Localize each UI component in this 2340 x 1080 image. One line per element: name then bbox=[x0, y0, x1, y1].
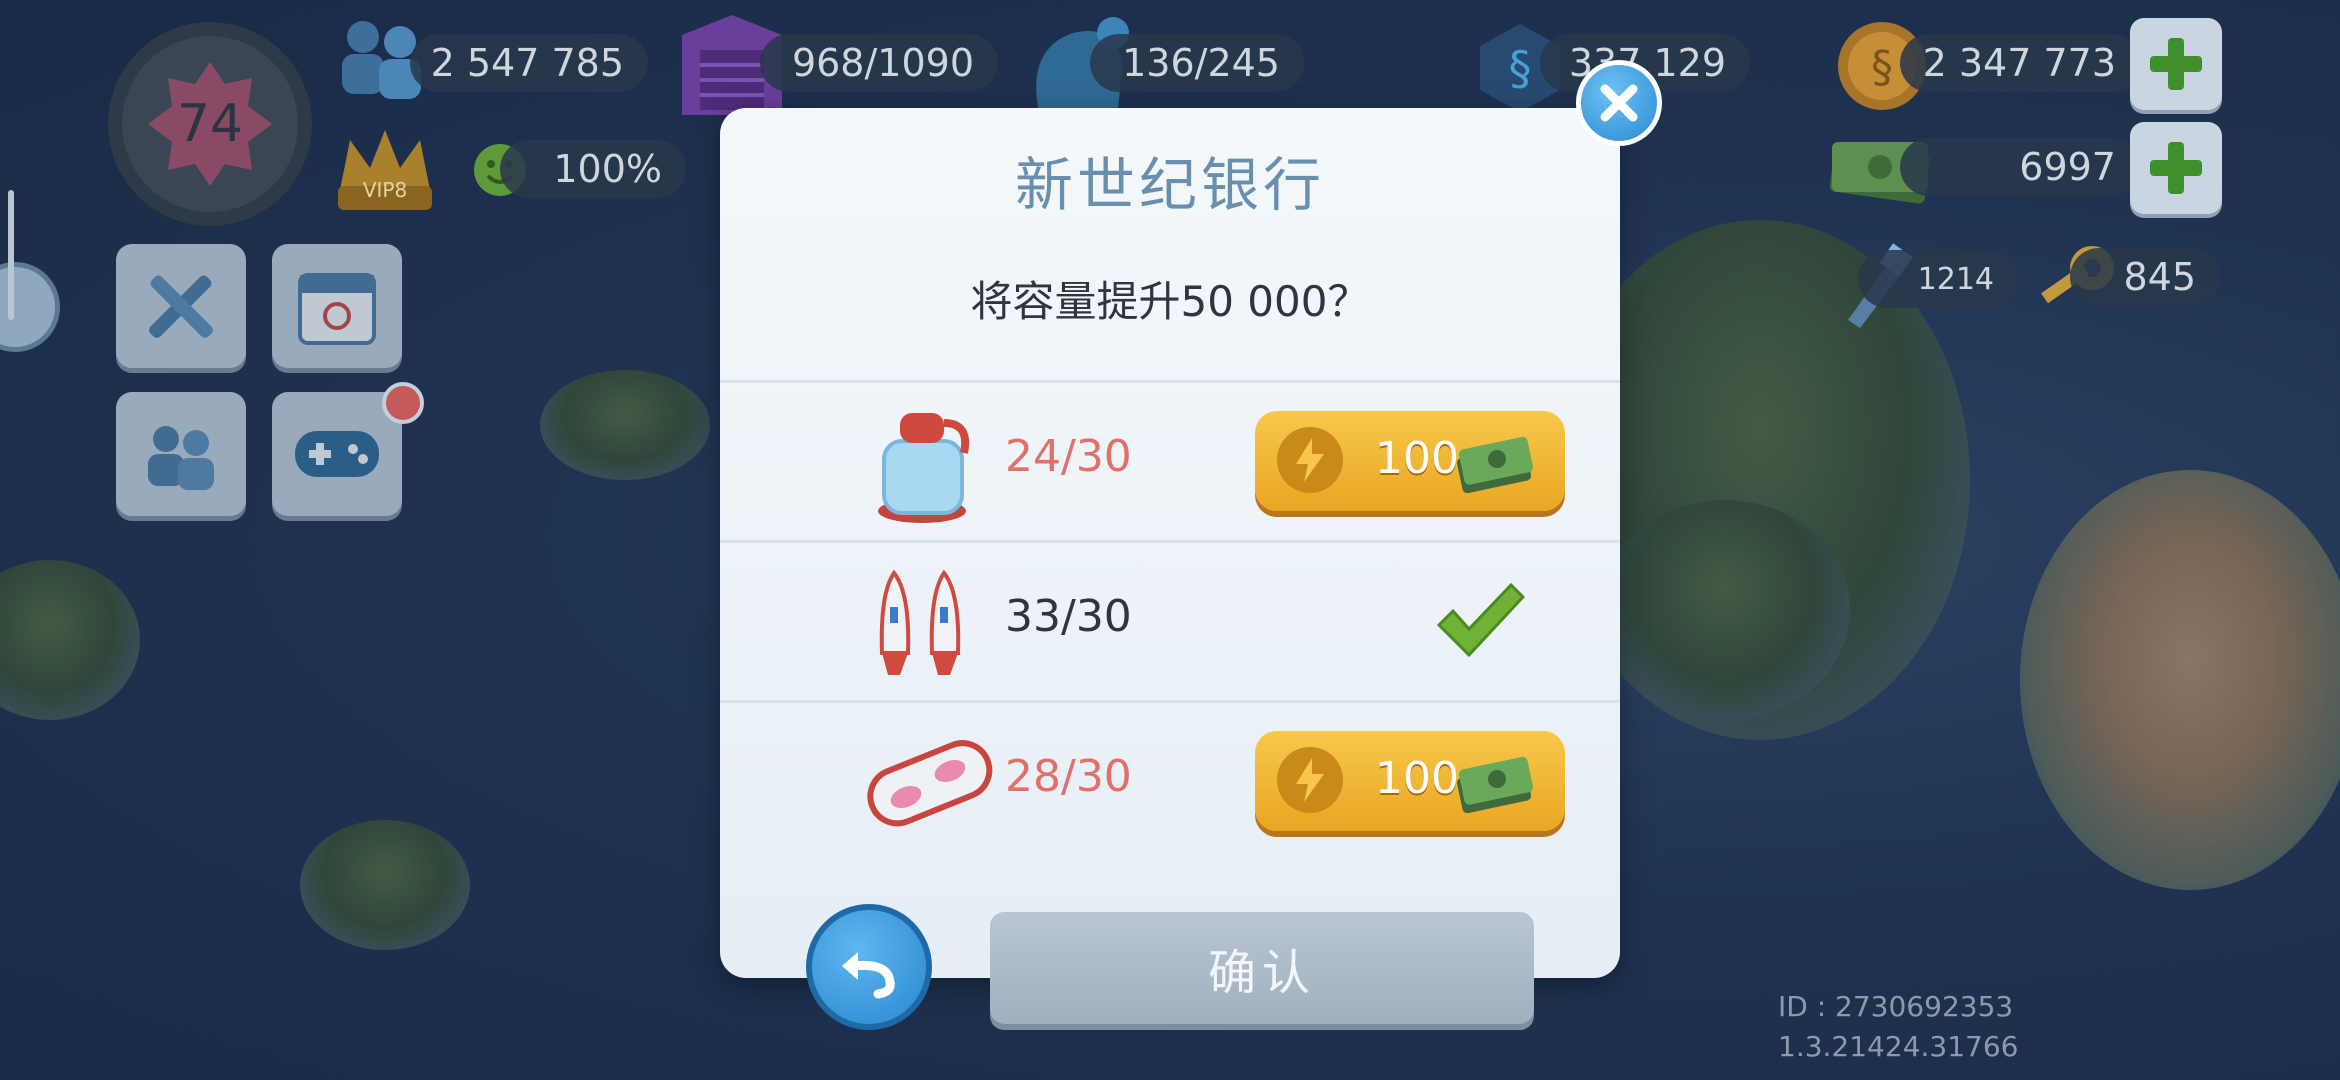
plus-icon bbox=[2150, 142, 2202, 194]
player-id: ID : 2730692353 bbox=[1778, 990, 2014, 1023]
friends-button[interactable] bbox=[116, 392, 246, 516]
buy-hoverboard-button[interactable]: 100 bbox=[1255, 731, 1565, 831]
storage-counter: 968/1090 bbox=[760, 34, 998, 92]
item-row-hoverboard: 28/30 100 bbox=[720, 700, 1620, 859]
keys-counter: 845 bbox=[2070, 248, 2220, 306]
workers-counter: 136/245 bbox=[1090, 34, 1304, 92]
lightning-icon bbox=[1277, 427, 1343, 493]
dialog-question: 将容量提升50 000？ bbox=[970, 277, 1370, 326]
calendar-icon bbox=[298, 273, 376, 345]
back-button[interactable] bbox=[806, 904, 932, 1030]
close-icon bbox=[1600, 84, 1638, 122]
cash-icon bbox=[1456, 756, 1534, 813]
bank-upgrade-dialog: 新世纪银行 将容量提升50 000？ 24/30 100 33/30 28/30… bbox=[720, 108, 1620, 978]
price-label: 100 bbox=[1375, 433, 1459, 484]
rocket-icon bbox=[879, 569, 961, 675]
calendar-button[interactable] bbox=[272, 244, 402, 368]
svg-text:§: § bbox=[1509, 41, 1532, 95]
svg-text:§: § bbox=[1871, 42, 1893, 93]
notification-dot bbox=[382, 382, 424, 424]
item-quantity: 33/30 bbox=[1005, 591, 1132, 642]
friends-icon bbox=[148, 426, 214, 490]
buy-bottle-button[interactable]: 100 bbox=[1255, 411, 1565, 511]
checkmark-icon bbox=[1436, 582, 1525, 658]
close-button[interactable] bbox=[1576, 60, 1662, 146]
coins-counter: 2 347 773 bbox=[1900, 34, 2140, 92]
gamepad-icon bbox=[295, 431, 379, 477]
level-number: 74 bbox=[176, 94, 244, 154]
plus-icon bbox=[2150, 38, 2202, 90]
vip-label: VIP8 bbox=[362, 178, 408, 202]
population-counter: 2 547 785 bbox=[410, 34, 648, 92]
scrollbar[interactable] bbox=[8, 190, 14, 320]
item-quantity: 28/30 bbox=[1005, 751, 1132, 802]
app-version: 1.3.21424.31766 bbox=[1778, 1030, 2019, 1063]
item-row-rocket: 33/30 bbox=[720, 540, 1620, 699]
level-badge[interactable]: 74 bbox=[108, 22, 312, 226]
add-cash-button[interactable] bbox=[2130, 122, 2222, 214]
hoverboard-icon bbox=[867, 740, 993, 827]
build-tools-button[interactable] bbox=[116, 244, 246, 368]
wrench-icon bbox=[149, 275, 213, 338]
dialog-title: 新世纪银行 bbox=[1014, 151, 1325, 219]
item-row-bottle: 24/30 100 bbox=[720, 380, 1620, 539]
vip-badge[interactable]: VIP8 bbox=[330, 120, 440, 216]
gems-counter: 1214 bbox=[1858, 250, 2018, 308]
add-coins-button[interactable] bbox=[2130, 18, 2222, 110]
confirm-button[interactable]: 确认 bbox=[990, 912, 1534, 1024]
price-label: 100 bbox=[1375, 753, 1459, 804]
happiness-counter: 100% bbox=[500, 140, 686, 198]
cash-icon bbox=[1456, 436, 1534, 493]
undo-arrow-icon bbox=[842, 952, 895, 999]
bottle-icon bbox=[878, 413, 969, 523]
item-quantity: 24/30 bbox=[1005, 431, 1132, 482]
cash-counter: 6997 bbox=[1900, 138, 2140, 196]
lightning-icon bbox=[1277, 747, 1343, 813]
